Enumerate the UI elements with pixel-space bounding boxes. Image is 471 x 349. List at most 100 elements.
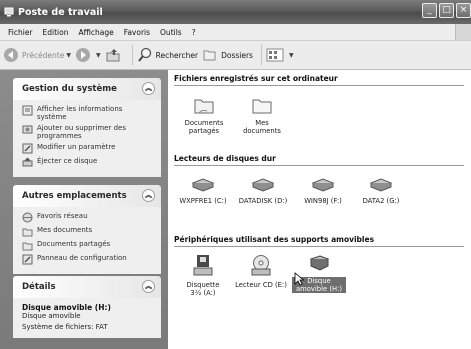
cd-drive-icon [251,255,271,276]
task-label: Ajouter ou supprimer des programmes [37,124,126,140]
item-label: Documents partagés [184,119,224,135]
control-panel-icon [22,254,33,265]
mouse-cursor-icon [294,272,304,286]
up-folder-button[interactable] [105,47,124,63]
window-title: Poste de travail [18,6,103,18]
programs-icon [22,125,33,134]
folder-icon [252,99,272,114]
minimize-button[interactable]: _ [422,3,437,18]
drive-g[interactable]: DATA2 (G:) [352,178,410,205]
toolbar: Précédente ▼ ▼ Rechercher Dossiers ▼ [0,41,471,70]
hard-drive-icon [251,178,275,192]
other-places-title: Autres emplacements [22,191,127,201]
details-filesystem: Système de fichiers: FAT [22,323,108,331]
place-shared-documents[interactable]: Documents partagés [22,240,153,251]
network-icon [22,212,33,223]
back-arrow-icon [4,48,18,62]
drive-label: WIN98J (F:) [304,197,342,205]
drive-label: Disquette 3½ (A:) [186,281,220,297]
drive-a-floppy[interactable]: Disquette 3½ (A:) [180,254,226,297]
toolbar-separator [260,45,262,65]
system-info-icon [22,105,33,116]
collapse-chevron-icon[interactable]: ︽ [142,82,155,95]
place-label: Favoris réseau [37,212,88,220]
place-label: Panneau de configuration [37,254,127,262]
control-panel-icon [22,143,33,154]
details-name: Disque amovible (H:) [22,303,111,312]
content-area: Fichiers enregistrés sur cet ordinateur … [168,70,471,349]
details-title: Détails [22,282,56,292]
place-label: Documents partagés [37,240,111,248]
task-add-remove-programs[interactable]: Ajouter ou supprimer des programmes [22,124,153,140]
shared-folder-icon [194,99,214,114]
details-box: Détails ︽ Disque amovible (H:) Disque am… [13,276,161,338]
place-control-panel[interactable]: Panneau de configuration [22,254,153,265]
title-bar: Poste de travail _ □ × [0,0,471,24]
maximize-button[interactable]: □ [439,3,454,18]
place-label: Mes documents [37,226,93,234]
forward-button[interactable]: ▼ [75,47,101,63]
section-files-heading: Fichiers enregistrés sur cet ordinateur [174,74,464,86]
floppy-drive-icon [193,255,213,276]
menu-outils[interactable]: Outils [155,28,187,37]
system-tasks-title: Gestion du système [22,84,117,94]
forward-arrow-icon [75,48,90,62]
details-header[interactable]: Détails ︽ [13,276,161,298]
views-icon [266,48,284,62]
search-button[interactable]: Rechercher [137,47,198,63]
drive-f[interactable]: WIN98J (F:) [294,178,352,205]
folders-button[interactable]: Dossiers [202,47,253,63]
menu-favoris[interactable]: Favoris [119,28,155,37]
task-label: Afficher les informations système [37,105,123,121]
toolbar-separator [131,45,133,65]
chevron-down-icon: ▼ [66,51,71,59]
close-button[interactable]: × [456,3,471,18]
drive-d[interactable]: DATADISK (D:) [234,178,292,205]
task-label: Modifier un paramètre [37,143,116,151]
folder-icon [22,228,33,237]
collapse-chevron-icon[interactable]: ︽ [142,189,155,202]
back-button[interactable]: Précédente ▼ [3,47,71,63]
hard-drive-icon [369,178,393,192]
item-shared-documents[interactable]: Documents partagés [178,96,230,135]
section-drives-heading: Lecteurs de disques dur [174,154,464,166]
task-eject-disk[interactable]: Éjecter ce disque [22,157,153,168]
menu-fichier[interactable]: Fichier [3,28,38,37]
menu-edition[interactable]: Edition [38,28,74,37]
back-label: Précédente [22,50,65,60]
menu-affichage[interactable]: Affichage [73,28,118,37]
task-pane: Gestion du système ︽ Afficher les inform… [0,70,168,349]
task-label: Éjecter ce disque [37,157,98,165]
collapse-chevron-icon[interactable]: ︽ [142,280,155,293]
item-my-documents[interactable]: Mes documents [236,96,288,135]
drive-label: DATA2 (G:) [362,197,400,205]
details-type: Disque amovible [22,312,81,320]
drive-label: WXPFRE1 (C:) [179,197,227,205]
folders-label: Dossiers [221,50,253,60]
drive-label: Lecteur CD (E:) [235,281,287,289]
other-places-box: Autres emplacements ︽ Favoris réseau Mes… [13,185,161,274]
search-label: Rechercher [155,50,199,60]
shared-folder-icon [22,242,33,251]
computer-icon [4,7,14,17]
place-my-documents[interactable]: Mes documents [22,226,153,237]
up-folder-icon [106,49,120,62]
search-icon [137,47,151,62]
place-network[interactable]: Favoris réseau [22,212,153,223]
drive-e-cd[interactable]: Lecteur CD (E:) [230,254,292,289]
menu-bar: Fichier Edition Affichage Favoris Outils… [0,24,471,41]
windows-logo-icon [455,24,471,40]
folders-icon [203,50,216,61]
chevron-down-icon: ▼ [95,51,101,59]
task-change-setting[interactable]: Modifier un paramètre [22,143,153,154]
section-removable-heading: Périphériques utilisant des supports amo… [174,235,464,247]
other-places-header[interactable]: Autres emplacements ︽ [13,185,161,207]
drive-c[interactable]: WXPFRE1 (C:) [174,178,232,205]
eject-icon [22,157,33,167]
item-label: Mes documents [243,119,281,135]
menu-help[interactable]: ? [187,28,201,37]
views-button[interactable]: ▼ [266,47,294,63]
task-system-info[interactable]: Afficher les informations système [22,105,153,121]
hard-drive-icon [311,178,335,192]
system-tasks-header[interactable]: Gestion du système ︽ [13,78,161,100]
